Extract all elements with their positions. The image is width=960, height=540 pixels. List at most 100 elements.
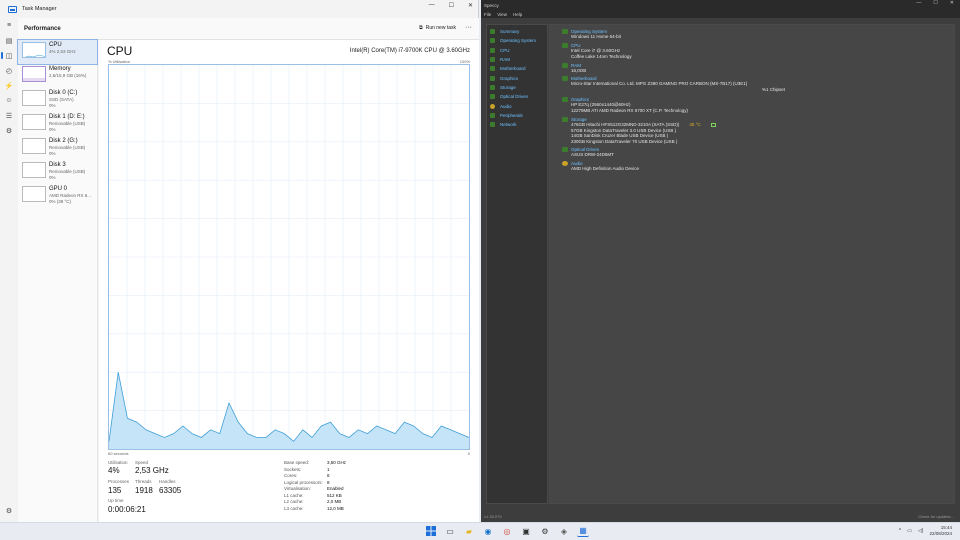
- tree-item-graphics[interactable]: Graphics: [487, 73, 547, 82]
- clock-date: 22/08/2024: [929, 531, 952, 536]
- cpu-utilisation-graph: [108, 64, 470, 450]
- run-task-icon: ⧉: [419, 25, 423, 31]
- details-icon[interactable]: ☰: [0, 108, 18, 123]
- maximize-button[interactable]: ☐: [449, 2, 454, 9]
- device-sub: 4% 2,53 GHz: [49, 49, 76, 54]
- threads-value: 1918: [135, 486, 153, 495]
- speccy-maximize-button[interactable]: ☐: [933, 0, 937, 6]
- edge-icon[interactable]: ◉: [482, 525, 494, 537]
- tree-item-os[interactable]: Operating System: [487, 36, 547, 45]
- device-item-cpu[interactable]: CPU 4% 2,53 GHz: [17, 39, 98, 65]
- section-line: 16,0GB: [571, 68, 587, 73]
- startup-apps-icon[interactable]: ⚡: [0, 78, 18, 93]
- section-cpu: CPU Intel Core i7 @ 3.60GHz Coffee Lake 14…: [562, 43, 632, 59]
- disk-thumbnail: [22, 162, 46, 178]
- storage-icon: [490, 84, 495, 90]
- tree-item-storage[interactable]: Storage: [487, 83, 547, 92]
- tree-item-audio[interactable]: Audio: [487, 101, 547, 110]
- speccy-title-bar[interactable]: Speccy — ☐ ✕: [481, 0, 960, 10]
- detail-key: Virtualisation:: [284, 486, 311, 491]
- speccy-minimize-button[interactable]: —: [916, 0, 921, 6]
- tree-item-summary[interactable]: Summary: [487, 27, 547, 36]
- detail-key: Cores:: [284, 473, 298, 478]
- run-new-task-button[interactable]: ⧉ Run new task: [419, 25, 456, 31]
- speccy-close-button[interactable]: ✕: [950, 0, 954, 6]
- detail-virtualisation: Virtualisation: Enabled: [284, 486, 404, 492]
- detail-key: L3 cache:: [284, 505, 304, 511]
- users-icon[interactable]: ☺: [0, 93, 18, 108]
- device-item-gpu0[interactable]: GPU 0 AMD Radeon RX 6... 0% (38 °C): [18, 184, 97, 208]
- minimize-button[interactable]: —: [429, 2, 435, 9]
- speccy-version: v1.33.079: [484, 514, 502, 519]
- title-bar[interactable]: Task Manager — ☐ ✕: [0, 0, 479, 18]
- performance-icon[interactable]: ◫: [0, 48, 18, 63]
- device-name: Disk 3: [49, 162, 66, 168]
- device-item-memory[interactable]: Memory 2,6/15,9 GB (16%): [18, 64, 97, 88]
- more-options-button[interactable]: ···: [465, 24, 472, 31]
- handles-value: 63305: [159, 486, 182, 495]
- detail-key: Sockets:: [284, 466, 302, 472]
- section-os: Operating System Windows 11 Home 64-bit: [562, 29, 621, 40]
- section-line: 476GB Hitachi HFS512G32MND-3210A (SATA (…: [571, 122, 680, 127]
- detail-value: 512 KB: [327, 492, 342, 498]
- section-graphics: Graphics HP E27q (2560x1440@60Hz) 12279MB …: [562, 97, 688, 113]
- file-explorer-icon[interactable]: ▰: [463, 525, 475, 537]
- hamburger-menu-icon[interactable]: ≡: [0, 18, 18, 33]
- optical-drive-icon: [490, 94, 495, 100]
- device-item-disk2[interactable]: Disk 2 (G:) Removable (USB) 0%: [18, 136, 97, 160]
- tree-item-network[interactable]: Network: [487, 120, 547, 129]
- settings-icon[interactable]: ⚙: [0, 503, 18, 518]
- store-icon[interactable]: ▣: [520, 525, 532, 537]
- volume-tray-icon[interactable]: ◁): [918, 528, 924, 534]
- network-tray-icon[interactable]: ▭: [907, 528, 912, 534]
- device-name: Disk 0 (C:): [49, 90, 78, 96]
- tree-item-motherboard[interactable]: Motherboard: [487, 64, 547, 73]
- tree-item-ram[interactable]: RAM: [487, 55, 547, 64]
- tree-label: Operating System: [500, 38, 537, 44]
- device-sub2: 0%: [49, 150, 56, 156]
- clock[interactable]: 15:44 22/08/2024: [929, 525, 952, 537]
- detail-key: Base speed:: [284, 460, 310, 465]
- graph-zero-label: 0: [467, 451, 470, 456]
- app-history-icon[interactable]: ◴: [0, 63, 18, 78]
- device-item-disk0[interactable]: Disk 0 (C:) SSD (SATA) 0%: [18, 88, 97, 112]
- settings-app-icon[interactable]: ⚙: [539, 525, 551, 537]
- tree-label: Graphics: [500, 75, 519, 81]
- menu-view[interactable]: View: [497, 12, 507, 17]
- cpu-thumbnail: [22, 42, 46, 58]
- speccy-menu-bar: File View Help: [481, 10, 960, 18]
- detail-l3-cache: L3 cache: 12,0 MB: [284, 506, 404, 512]
- tray-chevron-icon[interactable]: ^: [899, 528, 901, 534]
- detail-value: 12,0 MB: [327, 505, 344, 511]
- tree-label: RAM: [500, 57, 510, 63]
- detail-key: Logical processors:: [284, 479, 323, 485]
- start-icon[interactable]: [425, 525, 437, 537]
- menu-help[interactable]: Help: [513, 12, 522, 17]
- tree-item-peripherals[interactable]: Peripherals: [487, 111, 547, 120]
- close-button[interactable]: ✕: [468, 2, 473, 9]
- chrome-icon[interactable]: ◎: [501, 525, 513, 537]
- task-manager-taskbar-icon[interactable]: ▦: [577, 525, 589, 537]
- section-ram: RAM 16,0GB: [562, 63, 586, 74]
- graph-svg: [108, 65, 470, 449]
- os-icon: [490, 38, 495, 44]
- device-name: Disk 2 (G:): [49, 138, 78, 144]
- storage-icon: [562, 117, 568, 122]
- device-item-disk3[interactable]: Disk 3 Removable (USB) 0%: [18, 160, 97, 184]
- section-motherboard: Motherboard Micro-Star International Co. …: [562, 76, 942, 92]
- services-icon[interactable]: ⚙: [0, 123, 18, 138]
- task-view-icon[interactable]: ▭: [444, 525, 456, 537]
- chipset-note: %1 Chipset: [762, 86, 786, 92]
- speccy-taskbar-icon[interactable]: ◈: [558, 525, 570, 537]
- tree-item-optical[interactable]: Optical Drives: [487, 92, 547, 101]
- tree-label: Motherboard: [500, 66, 526, 72]
- disk-thumbnail: [22, 90, 46, 106]
- taskbar: ▭ ▰ ◉ ◎ ▣ ⚙ ◈ ▦ ^ ▭ ◁) 15:44 22/08/2024: [0, 522, 960, 540]
- device-item-disk1[interactable]: Disk 1 (D: E:) Removable (USB) 0%: [18, 112, 97, 136]
- tree-item-cpu[interactable]: CPU: [487, 46, 547, 55]
- check-updates-link[interactable]: Check for updates...: [918, 514, 954, 519]
- menu-file[interactable]: File: [484, 12, 491, 17]
- processes-icon[interactable]: ▤: [0, 33, 18, 48]
- device-sub2: 0%: [49, 174, 56, 180]
- speed-value: 2,53 GHz: [135, 466, 169, 475]
